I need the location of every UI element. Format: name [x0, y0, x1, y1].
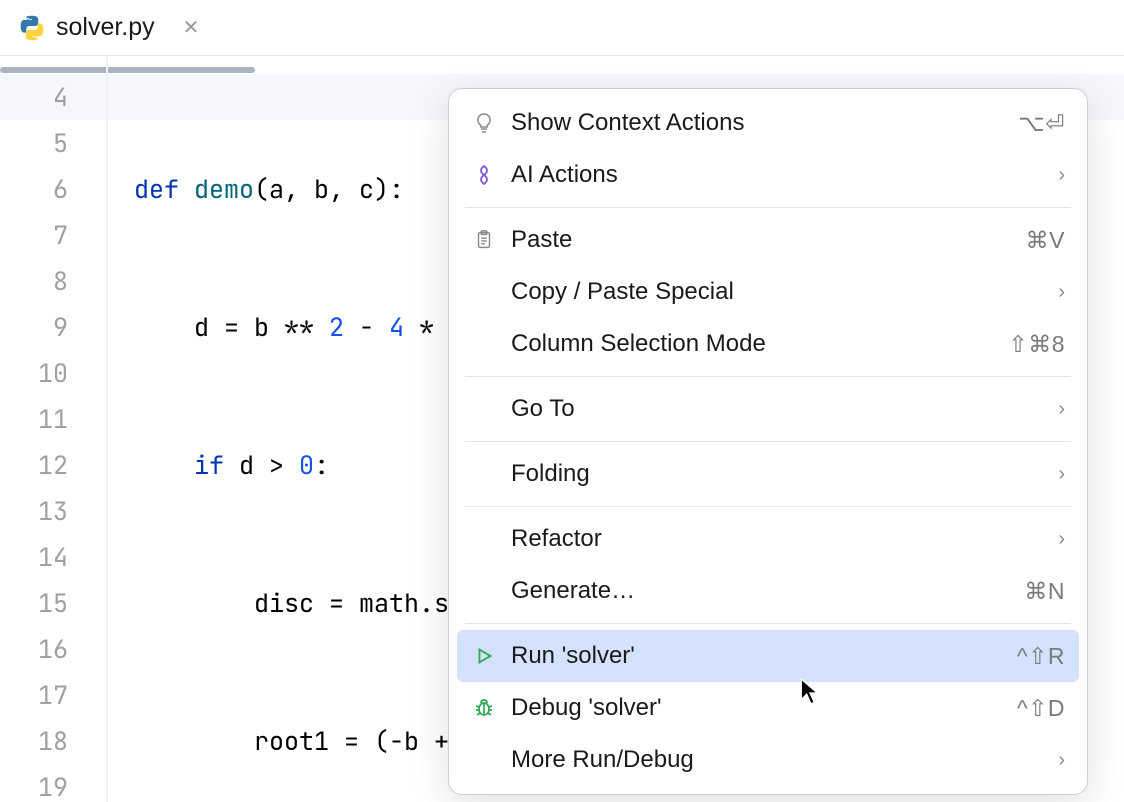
menu-column-selection[interactable]: Column Selection Mode ⇧⌘8 — [449, 318, 1087, 370]
clipboard-icon — [465, 229, 503, 251]
menu-separator — [465, 441, 1071, 442]
chevron-right-icon: › — [1058, 463, 1065, 486]
chevron-right-icon: › — [1058, 528, 1065, 551]
menu-separator — [465, 376, 1071, 377]
ai-icon — [465, 163, 503, 187]
menu-separator — [465, 207, 1071, 208]
file-tab[interactable]: solver.py ✕ — [0, 0, 221, 55]
close-tab-icon[interactable]: ✕ — [183, 15, 200, 40]
line-number-gutter: 456 789 101112 131415 161718 19 — [0, 56, 108, 802]
menu-separator — [465, 623, 1071, 624]
menu-ai-actions[interactable]: AI Actions › — [449, 149, 1087, 201]
menu-debug[interactable]: Debug 'solver' ^⇧D — [449, 682, 1087, 734]
chevron-right-icon: › — [1058, 398, 1065, 421]
menu-separator — [465, 506, 1071, 507]
play-icon — [465, 645, 503, 667]
menu-folding[interactable]: Folding › — [449, 448, 1087, 500]
tab-filename: solver.py — [56, 13, 155, 42]
menu-goto[interactable]: Go To › — [449, 383, 1087, 435]
menu-run[interactable]: Run 'solver' ^⇧R — [457, 630, 1079, 682]
menu-refactor[interactable]: Refactor › — [449, 513, 1087, 565]
menu-more-run-debug[interactable]: More Run/Debug › — [449, 734, 1087, 786]
menu-context-actions[interactable]: Show Context Actions ⌥⏎ — [449, 97, 1087, 149]
chevron-right-icon: › — [1058, 749, 1065, 772]
menu-copy-paste-special[interactable]: Copy / Paste Special › — [449, 266, 1087, 318]
lightbulb-icon — [465, 111, 503, 135]
chevron-right-icon: › — [1058, 281, 1065, 304]
chevron-right-icon: › — [1058, 164, 1065, 187]
python-file-icon — [18, 14, 46, 42]
context-menu: Show Context Actions ⌥⏎ AI Actions › Pas… — [448, 88, 1088, 795]
bug-icon — [465, 696, 503, 720]
tab-bar: solver.py ✕ — [0, 0, 1124, 56]
menu-paste[interactable]: Paste ⌘V — [449, 214, 1087, 266]
menu-generate[interactable]: Generate… ⌘N — [449, 565, 1087, 617]
